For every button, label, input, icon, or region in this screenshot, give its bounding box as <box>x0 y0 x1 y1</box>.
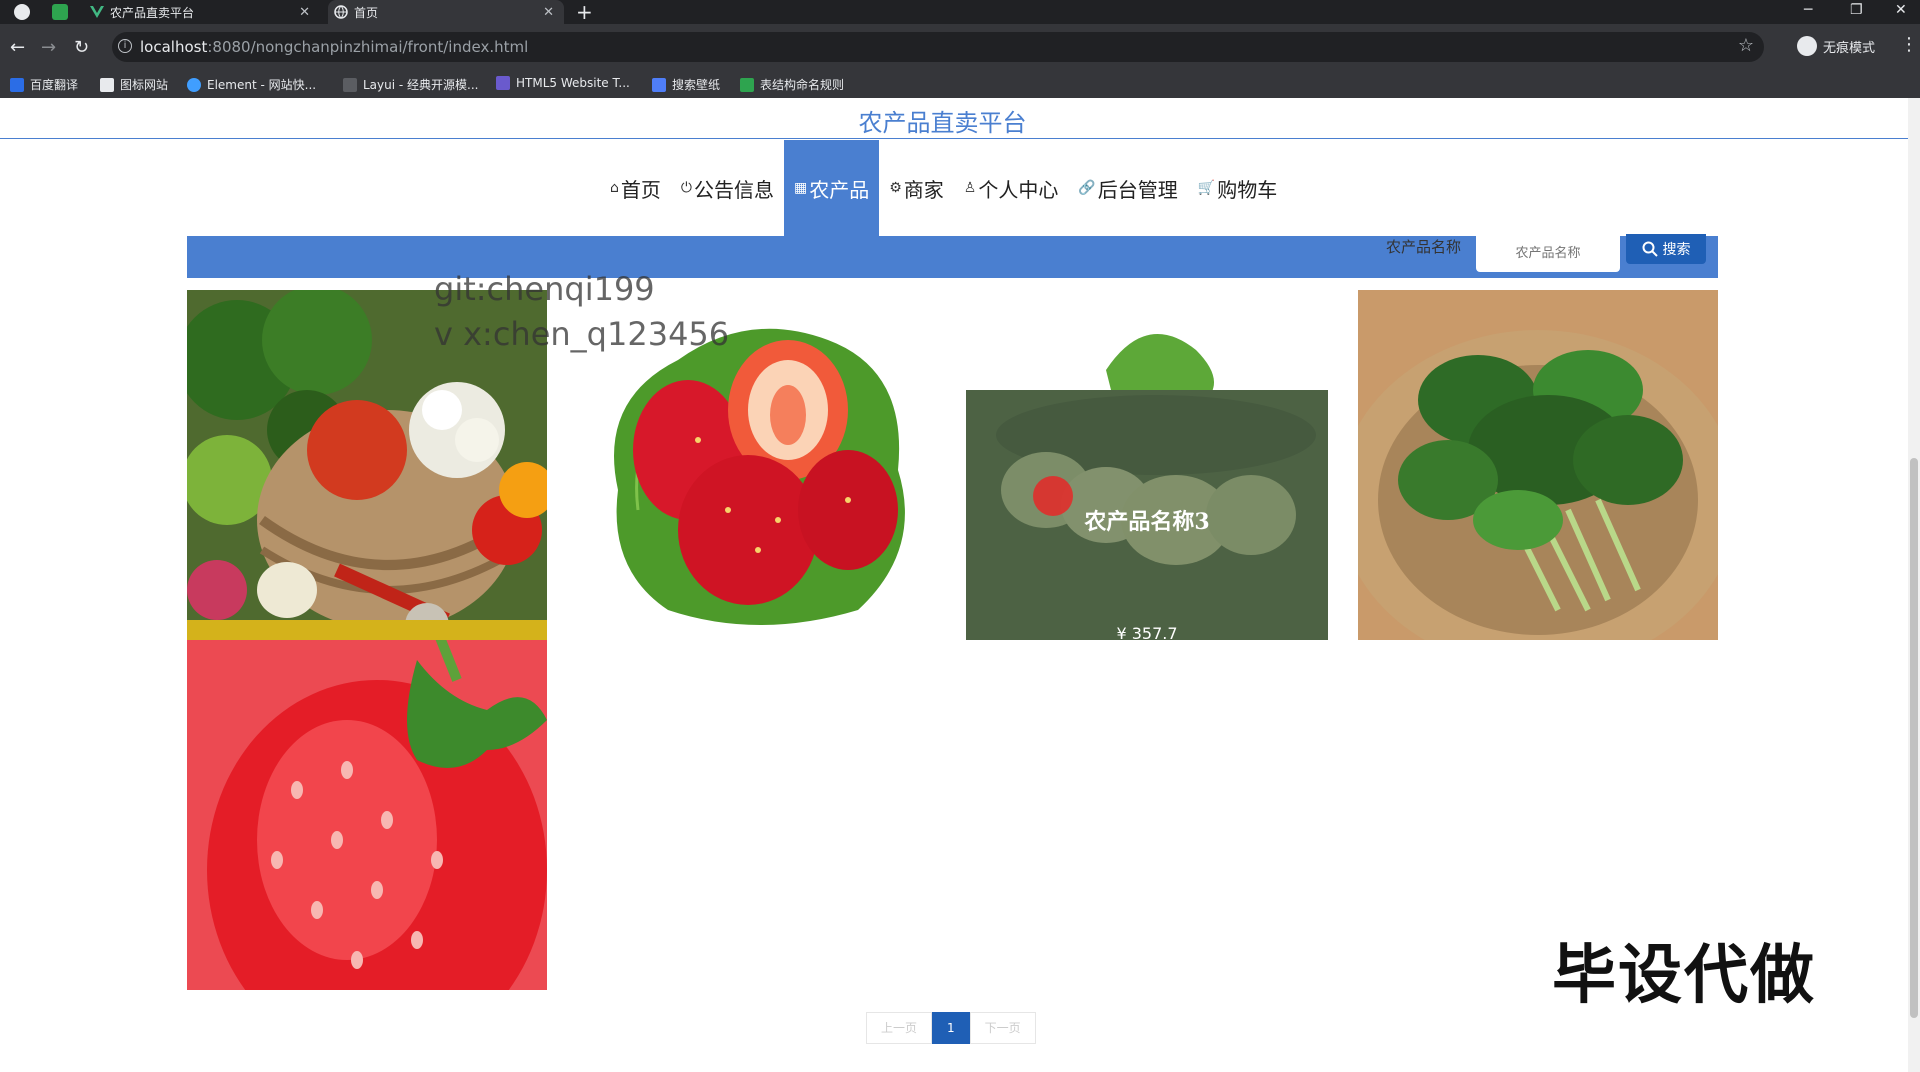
close-window-icon[interactable]: ✕ <box>1895 0 1907 24</box>
address-bar-row: ← → ↻ i localhost:8080/nongchanpinzhimai… <box>0 24 1920 70</box>
tab-title: 农产品直卖平台 <box>110 5 195 20</box>
incognito-label: 无痕模式 <box>1823 40 1876 56</box>
site-title: 农产品直卖平台 <box>858 109 1027 137</box>
next-page-button[interactable]: 下一页 <box>969 1012 1036 1044</box>
search-label: 农产品名称 <box>1386 238 1462 256</box>
product-name-search-input[interactable] <box>1476 234 1620 272</box>
nav-cart[interactable]: 🛒 购物车 <box>1188 140 1287 236</box>
close-tab-icon[interactable]: ✕ <box>299 5 310 20</box>
incognito-indicator[interactable]: 无痕模式 <box>1797 36 1875 56</box>
tab-admin[interactable]: 农产品直卖平台 ✕ <box>90 0 320 24</box>
wallpaper-icon <box>652 77 666 92</box>
nav-admin[interactable]: 🔗 后台管理 <box>1068 140 1187 236</box>
site-info-icon[interactable]: i <box>118 39 132 53</box>
restore-icon[interactable]: ❐ <box>1850 0 1863 24</box>
nav-merchants[interactable]: ⚙ 商家 <box>879 140 954 236</box>
back-arrow-icon[interactable]: ← <box>10 37 25 58</box>
tab-home[interactable]: 首页 ✕ <box>328 0 564 24</box>
pinned-tab-sheet-icon[interactable] <box>52 4 68 20</box>
bookmark-item[interactable]: Element - 网站快... <box>187 76 316 93</box>
bookmarks-bar: 百度翻译 图标网站 Element - 网站快... Layui - 经典开源模… <box>0 70 1920 99</box>
home-icon: ⌂ <box>610 180 619 196</box>
translate-icon <box>10 77 24 92</box>
bookmark-star-icon[interactable]: ☆ <box>1738 35 1754 56</box>
pagination: 上一页 1 下一页 <box>866 1012 1036 1044</box>
bookmark-item[interactable]: 图标网站 <box>100 76 168 93</box>
sheet-icon <box>740 77 754 92</box>
strawberry-closeup-image <box>187 640 547 990</box>
bookmark-item[interactable]: Layui - 经典开源模... <box>343 76 478 93</box>
watermark-git: git:chenqi199 <box>434 270 655 308</box>
forward-arrow-icon[interactable]: → <box>41 37 56 58</box>
incognito-icon <box>1797 36 1817 56</box>
product-name: 农产品名称3 <box>1084 509 1210 535</box>
minimize-icon[interactable]: ─ <box>1804 0 1812 24</box>
html5-template-icon <box>496 76 510 90</box>
scrollbar-thumb[interactable] <box>1910 458 1918 1018</box>
search-bar: 农产品名称 搜索 <box>187 234 1718 278</box>
search-icon <box>1642 241 1658 257</box>
bookmark-item[interactable]: 表结构命名规则 <box>740 76 844 93</box>
spinach-basket-image <box>1358 290 1718 640</box>
gear-icon: ⚙ <box>889 180 902 196</box>
url-field[interactable]: i localhost:8080/nongchanpinzhimai/front… <box>112 32 1764 62</box>
close-tab-icon[interactable]: ✕ <box>543 5 554 20</box>
browser-tab-strip: 农产品直卖平台 ✕ 首页 ✕ + ─ ❐ ✕ <box>0 0 1920 24</box>
element-logo-icon <box>187 77 201 92</box>
nav-announcements[interactable]: ⏻ 公告信息 <box>671 140 784 236</box>
search-button[interactable]: 搜索 <box>1626 234 1706 264</box>
vue-logo-icon <box>90 5 104 19</box>
pinned-tab-chrome-icon[interactable] <box>14 4 30 20</box>
nav-personal-center[interactable]: ♙ 个人中心 <box>954 140 1069 236</box>
prev-page-button[interactable]: 上一页 <box>866 1012 933 1044</box>
reload-icon[interactable]: ↻ <box>74 37 89 58</box>
url-text: localhost:8080/nongchanpinzhimai/front/i… <box>140 38 529 56</box>
product-card[interactable] <box>187 640 547 990</box>
nav-products[interactable]: ▦ 农产品 <box>783 140 880 236</box>
page-number-button[interactable]: 1 <box>932 1012 970 1044</box>
layui-logo-icon <box>343 77 357 92</box>
product-card[interactable] <box>1358 290 1718 640</box>
page-viewport: 农产品直卖平台 ⌂ 首页 ⏻ 公告信息 ▦ 农产品 ⚙ 商家 ♙ 个人中心 🔗 后台管理 🛒… <box>0 98 1920 1072</box>
bookmark-item[interactable]: 百度翻译 <box>10 76 78 93</box>
grid-icon: ▦ <box>793 180 808 196</box>
bookmark-item[interactable]: HTML5 Website T... <box>496 76 630 90</box>
overlay-stamp-text: 毕设代做 <box>1552 939 1816 1013</box>
divider <box>0 138 1908 139</box>
bookmark-item[interactable]: 搜索壁纸 <box>652 76 720 93</box>
flag-icon <box>100 77 114 92</box>
tab-title: 首页 <box>354 5 379 20</box>
product-card-hovered[interactable]: 农产品名称3 ¥ 357.7 <box>966 290 1328 640</box>
browser-menu-icon[interactable]: ⋮ <box>1900 34 1918 55</box>
watermark-wechat: v x:chen_q123456 <box>434 315 730 353</box>
link-icon: 🔗 <box>1078 180 1096 196</box>
nav-home[interactable]: ⌂ 首页 <box>600 140 671 236</box>
main-nav: ⌂ 首页 ⏻ 公告信息 ▦ 农产品 ⚙ 商家 ♙ 个人中心 🔗 后台管理 🛒 购物车 <box>600 140 1287 236</box>
globe-icon <box>334 5 348 19</box>
cart-icon: 🛒 <box>1197 180 1216 196</box>
new-tab-plus-icon[interactable]: + <box>576 0 593 24</box>
product-price: ¥ 357.7 <box>1116 624 1178 640</box>
user-icon: ♙ <box>963 180 977 196</box>
power-icon: ⏻ <box>680 180 692 196</box>
